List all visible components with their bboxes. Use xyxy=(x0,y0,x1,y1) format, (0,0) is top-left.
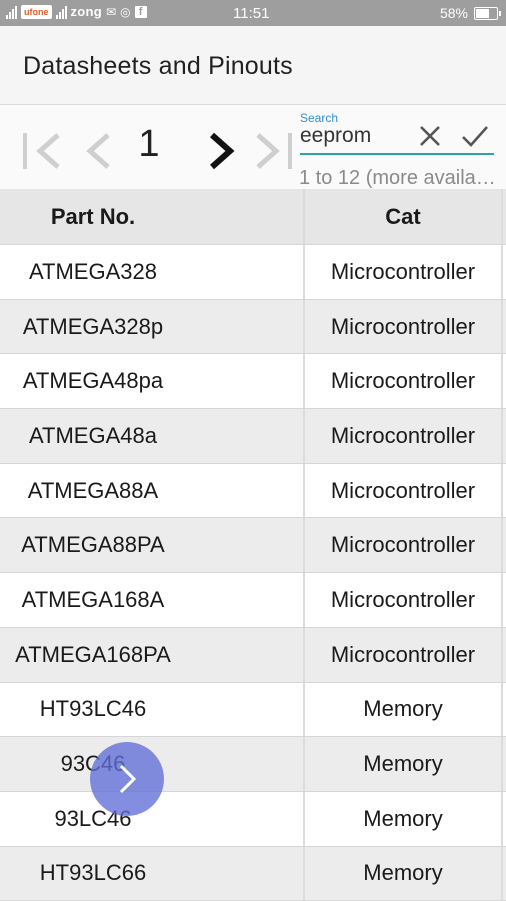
page-title: Datasheets and Pinouts xyxy=(23,52,293,80)
results-count: 1 to 12 (more available) xyxy=(299,167,506,189)
table-header: Part No. Cat xyxy=(0,189,506,245)
part-number: ATMEGA88A xyxy=(27,477,159,503)
table-row[interactable]: ATMEGA168PA Microcontroller xyxy=(0,627,506,683)
part-number: ATMEGA328p xyxy=(22,313,164,339)
category: Memory xyxy=(305,791,501,846)
part-number: ATMEGA168A xyxy=(21,586,165,612)
category: Memory xyxy=(305,846,501,901)
carrier-logo: ufone xyxy=(21,4,52,19)
table-row[interactable]: HT93LC66 Memory xyxy=(0,846,506,901)
category: Microcontroller xyxy=(305,299,501,354)
table-row[interactable]: 93LC46 Memory xyxy=(0,791,506,847)
part-number: ATMEGA48a xyxy=(29,422,157,448)
carrier-logo-2: zong xyxy=(70,4,103,19)
table-row[interactable]: ATMEGA328p Microcontroller xyxy=(0,299,506,355)
part-number: ATMEGA48pa xyxy=(22,368,164,394)
category: Microcontroller xyxy=(305,409,501,463)
table-row[interactable]: ATMEGA328 Microcontroller xyxy=(0,245,506,300)
part-number: HT93LC46 xyxy=(39,696,147,722)
part-number: HT93LC66 xyxy=(39,860,147,886)
first-page-icon[interactable] xyxy=(20,129,64,173)
battery-percent: 58% xyxy=(439,5,468,21)
next-fab-button[interactable] xyxy=(90,742,164,816)
parts-table: Part No. Cat ATMEGA328 Microcontroller A… xyxy=(0,189,506,901)
pager-toolbar: 1 Search 1 to 12 (more available) xyxy=(0,105,506,189)
message-icon: ✉ xyxy=(106,4,117,19)
category: Microcontroller xyxy=(305,518,501,573)
signal-icon-2 xyxy=(55,5,67,19)
whatsapp-icon: ◎ xyxy=(120,4,131,19)
table-row[interactable]: ATMEGA88PA Microcontroller xyxy=(0,518,506,574)
part-number: ATMEGA88PA xyxy=(21,532,165,558)
category: Microcontroller xyxy=(305,627,501,682)
column-header-part[interactable]: Part No. xyxy=(0,189,186,244)
last-page-icon[interactable] xyxy=(252,129,296,173)
category: Memory xyxy=(305,737,501,791)
table-row[interactable]: ATMEGA48pa Microcontroller xyxy=(0,354,506,410)
page-number: 1 xyxy=(138,123,160,165)
search-input[interactable] xyxy=(300,121,415,151)
chevron-right-icon xyxy=(119,764,137,794)
status-left: ufone zong ✉ ◎ f xyxy=(6,4,147,19)
table-row[interactable]: HT93LC46 Memory xyxy=(0,682,506,738)
table-row[interactable]: 93C46 Memory xyxy=(0,737,506,792)
check-icon[interactable] xyxy=(460,123,490,149)
category: Microcontroller xyxy=(305,463,501,518)
status-time: 11:51 xyxy=(233,5,270,22)
table-row[interactable]: ATMEGA48a Microcontroller xyxy=(0,409,506,464)
table-row[interactable]: ATMEGA168A Microcontroller xyxy=(0,573,506,628)
chevron-left-icon[interactable] xyxy=(82,129,116,173)
column-header-cat[interactable]: Cat xyxy=(305,189,501,244)
chevron-right-icon[interactable] xyxy=(204,129,238,173)
status-bar: ufone zong ✉ ◎ f 11:51 58% xyxy=(0,0,506,26)
app-bar: Datasheets and Pinouts xyxy=(0,26,506,105)
category: Memory xyxy=(305,682,501,737)
status-right: 58% xyxy=(439,5,501,21)
search-underline xyxy=(300,153,494,155)
battery-icon xyxy=(474,6,501,20)
table-row[interactable]: ATMEGA88A Microcontroller xyxy=(0,463,506,519)
close-icon[interactable] xyxy=(417,123,443,149)
category: Microcontroller xyxy=(305,245,501,299)
category: Microcontroller xyxy=(305,354,501,409)
part-number: ATMEGA168PA xyxy=(15,641,171,667)
part-number: ATMEGA328 xyxy=(29,258,157,284)
signal-icon xyxy=(6,5,17,19)
part-number: 93LC46 xyxy=(54,805,132,831)
facebook-icon: f xyxy=(134,5,147,18)
category: Microcontroller xyxy=(305,573,501,627)
